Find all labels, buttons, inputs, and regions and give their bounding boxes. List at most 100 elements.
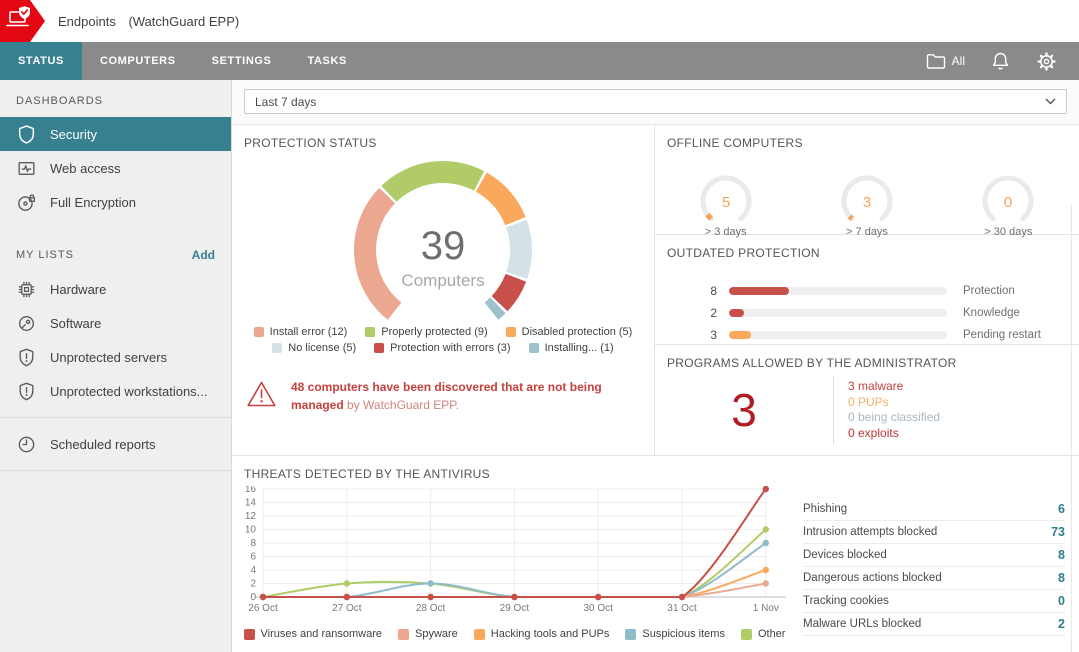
svg-text:0: 0 [1004, 194, 1012, 211]
sidebar-item-security[interactable]: Security [0, 117, 231, 151]
programs-allowed-panel: PROGRAMS ALLOWED BY THE ADMINISTRATOR 3 … [655, 345, 1079, 455]
svg-text:30 Oct: 30 Oct [583, 603, 613, 614]
unmanaged-computers-warning[interactable]: 48 computers have been discovered that a… [246, 378, 636, 414]
threats-line-chart[interactable]: 26 Oct27 Oct28 Oct29 Oct30 Oct31 Oct1 No… [232, 486, 797, 626]
sidebar-item-hardware[interactable]: Hardware [0, 272, 231, 306]
panel-title: THREATS DETECTED BY THE ANTIVIRUS [232, 456, 1079, 481]
scrollbar-track[interactable] [1071, 205, 1072, 652]
programs-allowed-breakdown: 3 malware 0 PUPs 0 being classified 0 ex… [848, 379, 940, 441]
stat-row-phishing[interactable]: Phishing 6 [803, 498, 1065, 521]
legend-item: No license (5) [272, 342, 356, 354]
monitor-pulse-icon [16, 158, 37, 179]
svg-text:2: 2 [250, 579, 256, 590]
stat-row-malware-urls[interactable]: Malware URLs blocked 2 [803, 613, 1065, 636]
time-range-value: Last 7 days [255, 95, 316, 109]
svg-text:31 Oct: 31 Oct [667, 603, 697, 614]
sidebar: DASHBOARDS Security Web access [0, 80, 232, 652]
legend-item: Properly protected (9) [365, 326, 487, 338]
offline-gauge-3-days[interactable]: 5 > 3 days [655, 174, 796, 238]
sidebar-item-label: Software [50, 316, 101, 331]
donut-center-label: Computers [401, 271, 484, 290]
svg-text:12: 12 [245, 511, 257, 522]
chevron-down-icon [1045, 98, 1056, 105]
stat-row-devices-blocked[interactable]: Devices blocked 8 [803, 544, 1065, 567]
gear-icon [1036, 51, 1057, 72]
legend-item: Install error (12) [254, 326, 348, 338]
programs-item-exploits[interactable]: 0 exploits [848, 426, 940, 442]
outdated-bar-protection[interactable]: 8 Protection [655, 280, 1079, 302]
svg-text:28 Oct: 28 Oct [416, 603, 446, 614]
sidebar-item-web-access[interactable]: Web access [0, 151, 231, 185]
panel-title: OUTDATED PROTECTION [655, 235, 1079, 260]
offline-gauge-30-days[interactable]: 0 > 30 days [938, 174, 1079, 238]
sidebar-item-label: Unprotected servers [50, 350, 167, 365]
top-bar: Endpoints (WatchGuard EPP) [0, 0, 1079, 42]
sidebar-item-unprotected-workstations[interactable]: Unprotected workstations... [0, 374, 231, 408]
svg-text:16: 16 [245, 486, 257, 495]
sidebar-item-scheduled-reports[interactable]: Scheduled reports [0, 427, 231, 461]
sidebar-item-label: Full Encryption [50, 195, 136, 210]
sidebar-item-label: Scheduled reports [50, 437, 156, 452]
threats-detected-panel: THREATS DETECTED BY THE ANTIVIRUS 26 Oct… [232, 455, 1079, 652]
panel-title: PROTECTION STATUS [232, 125, 654, 150]
programs-allowed-count[interactable]: 3 [655, 383, 833, 437]
sidebar-item-label: Unprotected workstations... [50, 384, 208, 399]
time-range-select[interactable]: Last 7 days [244, 89, 1067, 114]
outdated-bar-pending-restart[interactable]: 3 Pending restart [655, 324, 1079, 346]
offline-gauge-7-days[interactable]: 3 > 7 days [796, 174, 937, 238]
protection-status-panel: PROTECTION STATUS 39 Computers Install e… [232, 125, 655, 455]
legend-item: Protection with errors (3) [374, 342, 510, 354]
tab-tasks[interactable]: TASKS [289, 42, 364, 80]
threats-chart-legend: Viruses and ransomware Spyware Hacking t… [232, 628, 797, 640]
svg-text:6: 6 [250, 552, 256, 563]
legend-item: Hacking tools and PUPs [474, 628, 610, 640]
svg-text:29 Oct: 29 Oct [500, 603, 530, 614]
tab-computers[interactable]: COMPUTERS [82, 42, 194, 80]
sidebar-item-software[interactable]: Software [0, 306, 231, 340]
stat-row-tracking-cookies[interactable]: Tracking cookies 0 [803, 590, 1065, 613]
stat-row-dangerous-actions[interactable]: Dangerous actions blocked 8 [803, 567, 1065, 590]
svg-text:26 Oct: 26 Oct [248, 603, 278, 614]
svg-text:10: 10 [245, 525, 257, 536]
tab-status[interactable]: STATUS [0, 42, 82, 80]
settings-button[interactable] [1036, 51, 1057, 72]
panel-title: PROGRAMS ALLOWED BY THE ADMINISTRATOR [655, 345, 1079, 370]
dashboards-section-label: DASHBOARDS [16, 95, 103, 107]
svg-text:1 Nov: 1 Nov [753, 603, 779, 614]
notifications-button[interactable] [991, 51, 1010, 71]
legend-item: Viruses and ransomware [244, 628, 382, 640]
svg-text:14: 14 [245, 498, 257, 509]
protection-status-donut-chart[interactable]: 39 Computers [232, 154, 655, 322]
group-filter-button[interactable]: All [926, 52, 965, 70]
svg-text:0: 0 [250, 592, 256, 603]
legend-item: Disabled protection (5) [506, 326, 633, 338]
tab-settings[interactable]: SETTINGS [194, 42, 290, 80]
app-title-product: Endpoints [58, 14, 116, 29]
main-nav: STATUS COMPUTERS SETTINGS TASKS All [0, 42, 1079, 80]
stat-row-intrusion[interactable]: Intrusion attempts blocked 73 [803, 521, 1065, 544]
legend-item: Installing... (1) [529, 342, 614, 354]
warning-text-rest: by WatchGuard EPP. [347, 398, 459, 412]
programs-item-malware[interactable]: 3 malware [848, 379, 940, 395]
legend-item: Spyware [398, 628, 458, 640]
folder-filter-label: All [952, 54, 965, 68]
outdated-protection-panel: OUTDATED PROTECTION 8 Protection 2 Knowl… [655, 235, 1079, 345]
disc-lock-icon [16, 192, 37, 213]
sidebar-item-label: Web access [50, 161, 121, 176]
programs-item-pups[interactable]: 0 PUPs [848, 395, 940, 411]
legend-item: Suspicious items [625, 628, 725, 640]
clock-icon [16, 434, 37, 455]
add-list-button[interactable]: Add [192, 248, 215, 262]
sidebar-item-unprotected-servers[interactable]: Unprotected servers [0, 340, 231, 374]
panel-title: OFFLINE COMPUTERS [655, 125, 1079, 150]
disc-icon [16, 313, 37, 334]
sidebar-item-full-encryption[interactable]: Full Encryption [0, 185, 231, 219]
chip-icon [16, 279, 37, 300]
main-content: Last 7 days PROTECTION STATUS 39 Compute… [232, 80, 1079, 652]
svg-text:5: 5 [721, 194, 729, 211]
sidebar-item-label: Hardware [50, 282, 106, 297]
svg-text:4: 4 [250, 565, 256, 576]
outdated-bar-knowledge[interactable]: 2 Knowledge [655, 302, 1079, 324]
shield-alert-icon [16, 347, 37, 368]
programs-item-being-classified[interactable]: 0 being classified [848, 410, 940, 426]
